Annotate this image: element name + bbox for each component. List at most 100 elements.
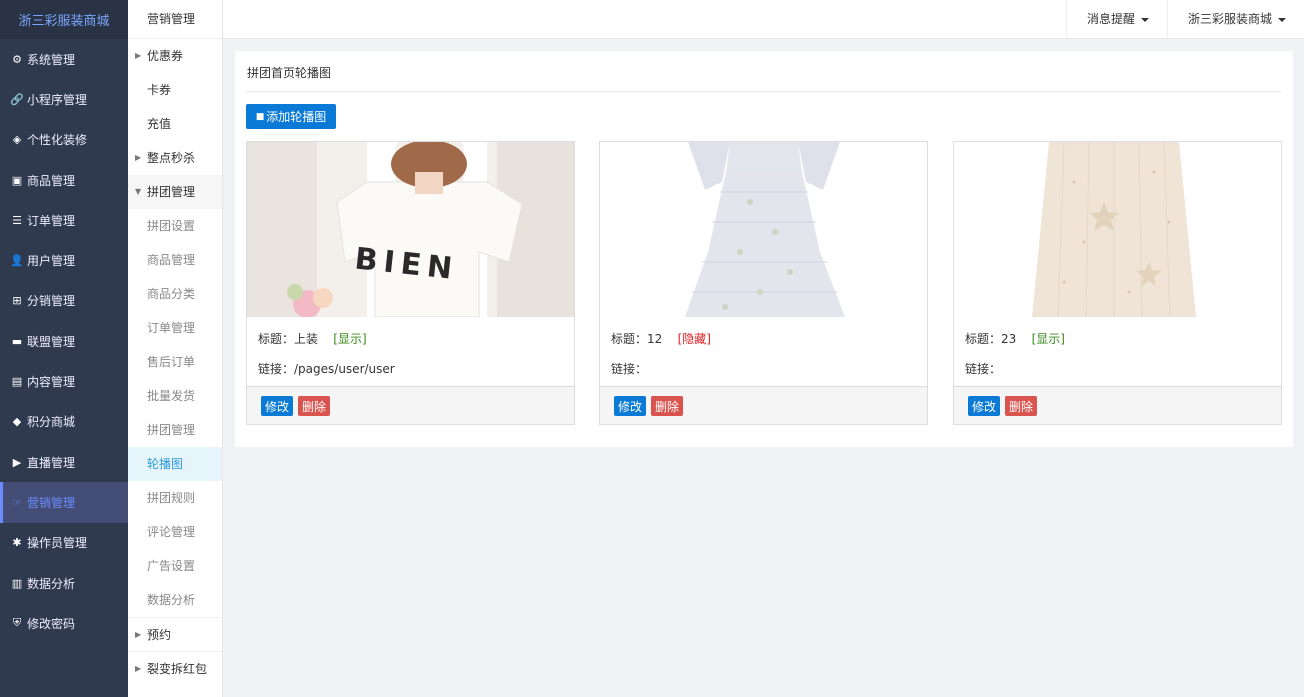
play-icon: ▶ — [12, 455, 22, 469]
nav-item-analytics[interactable]: ▥ 数据分析 — [0, 563, 128, 603]
subnav-item-recharge[interactable]: 充值 — [128, 107, 222, 141]
subnav-item-reviews[interactable]: 评论管理 — [128, 515, 222, 549]
carousel-image[interactable] — [954, 142, 1281, 317]
triangle-right-icon: ▶ — [135, 153, 142, 162]
triangle-right-icon: ▶ — [135, 51, 142, 60]
main-sidebar: 浙三彩服装商城 ⚙ 系统管理 🔗 小程序管理 ◈ 个性化装修 ▣ 商品管理 ☰ 订单管理 … — [0, 0, 128, 697]
subnav-item-red-packet[interactable]: ▶ 裂变拆红包 — [128, 651, 222, 685]
subnav-label: 售后订单 — [147, 355, 196, 369]
subnav-item-group-categories[interactable]: 商品分类 — [128, 277, 222, 311]
subnav-label: 充值 — [147, 117, 172, 131]
subnav-item-ads[interactable]: 广告设置 — [128, 549, 222, 583]
subnav-label: 评论管理 — [147, 525, 196, 539]
nav-item-operators[interactable]: ✱ 操作员管理 — [0, 523, 128, 563]
messages-dropdown[interactable]: 消息提醒 — [1066, 0, 1167, 39]
delete-button[interactable]: 删除 — [651, 396, 684, 416]
triangle-right-icon: ▶ — [135, 630, 142, 639]
delete-button[interactable]: 删除 — [298, 396, 331, 416]
store-dropdown[interactable]: 浙三彩服装商城 — [1167, 0, 1304, 39]
nav-label: 小程序管理 — [27, 92, 88, 107]
subnav-label: 批量发货 — [147, 389, 196, 403]
subnav-label: 卡券 — [147, 83, 172, 97]
card-title-row: 标题：上装 [显示] — [258, 330, 367, 347]
network-icon: ⊞ — [12, 294, 22, 308]
diamond-icon: ◈ — [12, 133, 22, 147]
subnav-item-cards[interactable]: 卡券 — [128, 73, 222, 107]
card-link-row: 链接：/pages/user/user — [258, 360, 395, 377]
triangle-right-icon: ▶ — [135, 664, 142, 673]
nav-label: 用户管理 — [27, 254, 76, 269]
subnav-item-flash-sale[interactable]: ▶ 整点秒杀 — [128, 141, 222, 175]
tshirt-photo: BIEN — [247, 142, 574, 317]
lace-dress-photo — [600, 142, 927, 317]
user-icon: 👤 — [10, 254, 24, 268]
nav-label: 商品管理 — [27, 173, 76, 188]
subnav-item-group-orders[interactable]: 订单管理 — [128, 311, 222, 345]
nav-item-alliance[interactable]: ▬ 联盟管理 — [0, 321, 128, 361]
add-button-label: 添加轮播图 — [266, 110, 327, 124]
carousel-panel: 拼团首页轮播图 ■ 添加轮播图 BIEN 标题：上装 [显示] 链接：/pages… — [235, 51, 1293, 447]
gear-icon: ⚙ — [12, 52, 22, 66]
title-label: 标题： — [611, 332, 648, 346]
store-label: 浙三彩服装商城 — [1188, 12, 1273, 26]
nav-item-points-mall[interactable]: ◆ 积分商城 — [0, 402, 128, 442]
subnav-item-group-rules[interactable]: 拼团规则 — [128, 481, 222, 515]
add-carousel-button[interactable]: ■ 添加轮播图 — [246, 104, 336, 129]
nav-item-distribution[interactable]: ⊞ 分销管理 — [0, 281, 128, 321]
champagne-dress-photo — [954, 142, 1281, 317]
subnav-item-group-buy[interactable]: ▼ 拼团管理 — [128, 175, 222, 209]
edit-button[interactable]: 修改 — [968, 396, 1001, 416]
subnav-item-carousel[interactable]: 轮播图 — [128, 447, 222, 481]
card-actions: 修改 删除 — [247, 386, 574, 424]
brand-logo[interactable]: 浙三彩服装商城 — [0, 0, 128, 39]
carousel-card: 标题：23 [显示] 链接： 修改 删除 — [953, 141, 1282, 425]
edit-button[interactable]: 修改 — [261, 396, 294, 416]
subnav-label: 商品分类 — [147, 287, 196, 301]
nav-item-system[interactable]: ⚙ 系统管理 — [0, 39, 128, 79]
add-image-icon: ■ — [255, 111, 265, 122]
title-label: 标题： — [965, 332, 1002, 346]
carousel-image[interactable]: BIEN — [247, 142, 574, 317]
top-bar: 消息提醒 浙三彩服装商城 — [223, 0, 1304, 39]
page-title: 拼团首页轮播图 — [247, 66, 332, 80]
chart-icon: ▥ — [11, 576, 23, 590]
link-label: 链接： — [611, 362, 648, 376]
subnav-item-group-analytics[interactable]: 数据分析 — [128, 583, 222, 617]
carousel-image[interactable] — [600, 142, 927, 317]
subnav-item-booking[interactable]: ▶ 预约 — [128, 617, 222, 651]
card-link-row: 链接： — [965, 360, 1001, 377]
subnav-item-after-sale[interactable]: 售后订单 — [128, 345, 222, 379]
card-title-row: 标题：23 [显示] — [965, 330, 1065, 347]
subnav-label: 订单管理 — [147, 321, 196, 335]
card-actions: 修改 删除 — [600, 386, 927, 424]
caret-down-icon — [1278, 17, 1287, 22]
status-badge: [显示] — [1031, 332, 1065, 346]
nav-item-live[interactable]: ▶ 直播管理 — [0, 442, 128, 482]
subnav-item-group-manage[interactable]: 拼团管理 — [128, 413, 222, 447]
nav-label: 订单管理 — [27, 213, 76, 228]
subnav-label: 裂变拆红包 — [147, 662, 208, 676]
nav-item-marketing[interactable]: ☞ 营销管理 — [0, 482, 128, 523]
nav-item-orders[interactable]: ☰ 订单管理 — [0, 200, 128, 240]
nav-item-miniprogram[interactable]: 🔗 小程序管理 — [0, 79, 128, 119]
card-title-row: 标题：12 [隐藏] — [611, 330, 711, 347]
nav-item-password[interactable]: ⛨ 修改密码 — [0, 603, 128, 643]
subnav-item-coupons[interactable]: ▶ 优惠券 — [128, 39, 222, 73]
nav-item-products[interactable]: ▣ 商品管理 — [0, 160, 128, 200]
nav-label: 联盟管理 — [27, 334, 76, 349]
nav-item-users[interactable]: 👤 用户管理 — [0, 240, 128, 280]
card-link-row: 链接： — [611, 360, 647, 377]
nav-label: 系统管理 — [27, 52, 76, 67]
shield-icon: ⛨ — [12, 616, 22, 630]
subnav-item-batch-ship[interactable]: 批量发货 — [128, 379, 222, 413]
link-icon: 🔗 — [10, 92, 24, 106]
subnav-item-group-products[interactable]: 商品管理 — [128, 243, 222, 277]
nav-item-content[interactable]: ▤ 内容管理 — [0, 361, 128, 401]
nav-item-decoration[interactable]: ◈ 个性化装修 — [0, 120, 128, 160]
edit-button[interactable]: 修改 — [614, 396, 647, 416]
subnav-label: 拼团管理 — [147, 185, 196, 199]
delete-button[interactable]: 删除 — [1005, 396, 1038, 416]
triangle-down-icon: ▼ — [135, 187, 142, 196]
card-link: /pages/user/user — [294, 362, 395, 376]
subnav-item-group-settings[interactable]: 拼团设置 — [128, 209, 222, 243]
